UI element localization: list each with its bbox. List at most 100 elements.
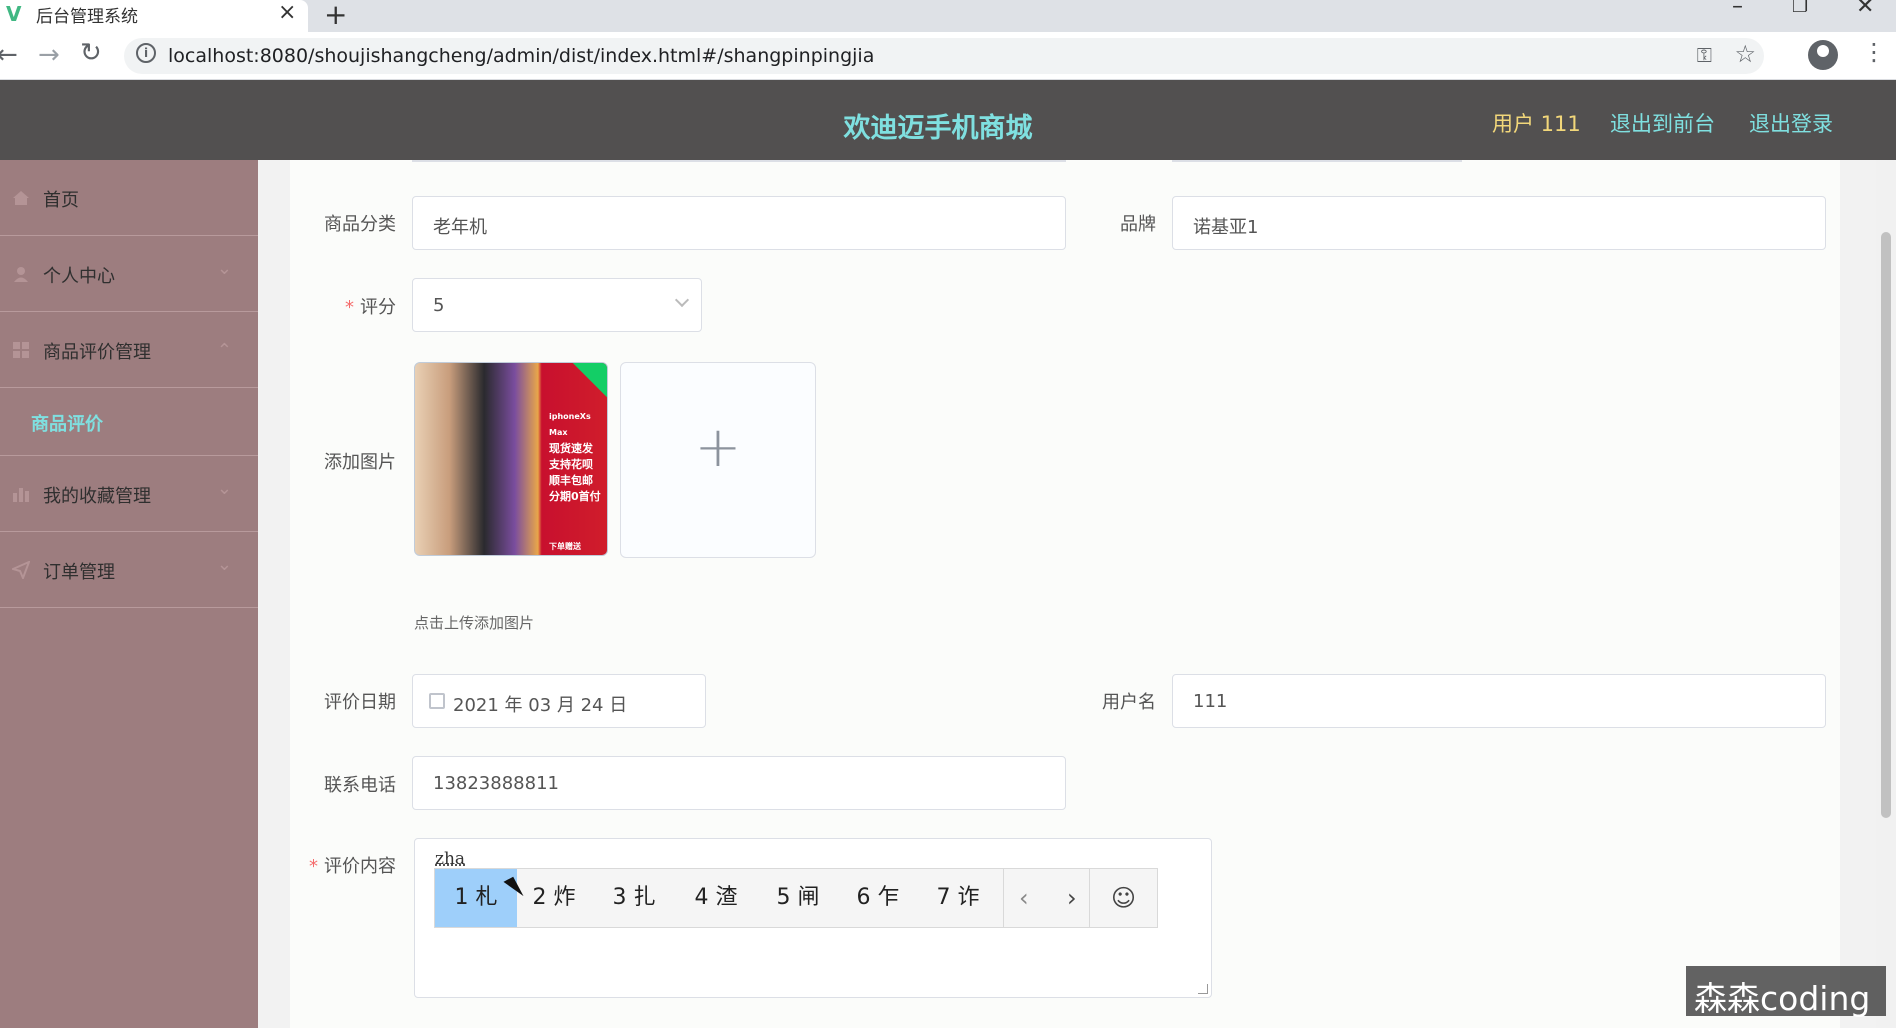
ime-candidate[interactable]: 4 渣 [683, 869, 749, 927]
omnibox[interactable]: i localhost:8080/shoujishangcheng/admin/… [124, 38, 1764, 74]
exit-to-front-link[interactable]: 退出到前台 [1610, 108, 1715, 138]
back-icon[interactable]: ← [0, 40, 18, 70]
category-value: 老年机 [433, 217, 487, 238]
ime-divider [1003, 869, 1004, 927]
thumb-line: iphoneXs Max [549, 412, 591, 437]
ime-emoji-icon[interactable]: ☺ [1111, 869, 1136, 927]
chevron-up-icon: ⌃ [216, 340, 232, 361]
sidebar-item-orders[interactable]: 订单管理 ⌄ [0, 532, 258, 608]
window-close-icon[interactable]: ✕ [1856, 0, 1874, 19]
sidebar-item-favorites[interactable]: 我的收藏管理 ⌄ [0, 456, 258, 532]
watermark: 森森coding [1686, 966, 1886, 1018]
browser-tab-strip: V 后台管理系统 × + – ❐ ✕ [0, 0, 1896, 32]
username-label: 用户名 [1102, 692, 1156, 713]
chevron-down-icon: ⌄ [216, 554, 232, 575]
ime-candidate[interactable]: 6 乍 [845, 869, 911, 927]
vue-favicon-icon: V [6, 2, 22, 26]
thumb-line: 分期0首付 [549, 490, 601, 503]
ime-prev-page-icon[interactable]: ‹ [1019, 869, 1029, 927]
content-label-text: 评价内容 [324, 856, 396, 877]
send-icon [12, 561, 30, 579]
sidebar-item-label: 商品评价管理 [43, 342, 151, 363]
required-asterisk: * [309, 856, 318, 877]
category-label: 商品分类 [324, 214, 396, 235]
ime-composition-text: zha [435, 849, 466, 869]
upload-success-badge [568, 363, 607, 399]
close-tab-icon[interactable]: × [278, 0, 296, 25]
sidebar-item-label: 订单管理 [43, 562, 115, 583]
rating-label-text: 评分 [360, 297, 396, 318]
date-value: 2021 年 03 月 24 日 [453, 695, 628, 716]
date-label: 评价日期 [324, 692, 396, 713]
site-info-icon[interactable]: i [136, 43, 156, 63]
key-icon[interactable]: ⚿ [1697, 43, 1712, 67]
scrollbar-thumb[interactable] [1881, 232, 1891, 818]
user-icon [14, 267, 28, 282]
ime-candidate-window: 1 札 2 炸 3 扎 4 渣 5 闸 6 乍 7 诈 ‹ › ☺ [434, 868, 1158, 928]
phone-label: 联系电话 [324, 775, 396, 796]
url-text[interactable]: localhost:8080/shoujishangcheng/admin/di… [168, 45, 874, 67]
rating-value: 5 [433, 295, 445, 316]
plus-icon: + [694, 415, 742, 480]
field-edge [412, 160, 1066, 162]
ime-candidate[interactable]: 7 诈 [925, 869, 991, 927]
ime-candidate[interactable]: 3 扎 [601, 869, 667, 927]
image-label: 添加图片 [324, 452, 396, 473]
ime-candidate[interactable]: 1 札 [435, 869, 517, 927]
date-picker[interactable]: 2021 年 03 月 24 日 [412, 674, 706, 728]
chevron-down-icon [674, 292, 690, 308]
sidebar-item-label: 首页 [43, 190, 79, 211]
resize-handle-icon[interactable] [1198, 984, 1208, 994]
chevron-down-icon: ⌄ [216, 258, 232, 279]
sidebar-item-profile[interactable]: 个人中心 ⌄ [0, 236, 258, 312]
rating-select[interactable]: 5 [412, 278, 702, 332]
uploaded-image-thumbnail[interactable]: iphoneXs Max 现货速发 支持花呗 顺丰包邮 分期0首付 下单赠送 [414, 362, 608, 556]
sidebar-item-label: 个人中心 [43, 266, 115, 287]
restore-icon[interactable]: ❐ [1792, 0, 1808, 17]
tab-title: 后台管理系统 [36, 7, 138, 27]
sidebar-subitem-label: 商品评价 [31, 414, 103, 435]
watermark-text: 森森coding [1694, 979, 1871, 1018]
thumb-line: 现货速发 [549, 442, 593, 455]
home-icon [13, 191, 29, 205]
current-user: 用户 111 [1492, 112, 1581, 136]
sidebar-item-label: 我的收藏管理 [43, 486, 151, 507]
sidebar-item-home[interactable]: 首页 [0, 160, 258, 236]
image-upload-button[interactable]: + [620, 362, 816, 558]
browser-tab[interactable]: V 后台管理系统 × [0, 0, 308, 32]
logout-link[interactable]: 退出登录 [1749, 108, 1833, 138]
sidebar-item-review-management[interactable]: 商品评价管理 ⌃ [0, 312, 258, 388]
sidebar-subitem-review[interactable]: 商品评价 [0, 388, 258, 456]
required-asterisk: * [345, 297, 354, 318]
minimize-icon[interactable]: – [1732, 0, 1743, 19]
grid-icon [13, 342, 29, 358]
bookmark-star-icon[interactable]: ☆ [1734, 40, 1756, 68]
ime-next-page-icon[interactable]: › [1067, 869, 1077, 927]
page-scrollbar[interactable] [1876, 160, 1896, 1028]
field-edge [1172, 160, 1462, 162]
category-field[interactable]: 老年机 [412, 196, 1066, 250]
reload-icon[interactable]: ↻ [80, 38, 102, 68]
username-field[interactable]: 111 [1172, 674, 1826, 728]
site-title: 欢迪迈手机商城 [843, 113, 1033, 144]
sidebar: 首页 个人中心 ⌄ 商品评价管理 ⌃ 商品评价 我的收藏管理 ⌄ 订单管理 ⌄ [0, 160, 258, 1028]
phone-value: 13823888811 [433, 773, 559, 794]
rating-label: * 评分 [300, 293, 396, 319]
thumbnail-product-text: iphoneXs Max 现货速发 支持花呗 顺丰包邮 分期0首付 下单赠送 [549, 409, 605, 555]
calendar-icon [429, 693, 445, 709]
profile-avatar-icon[interactable] [1808, 40, 1838, 70]
browser-menu-icon[interactable]: ⋮ [1862, 38, 1886, 66]
chevron-down-icon: ⌄ [216, 478, 232, 499]
address-bar: ← → ↻ i localhost:8080/shoujishangcheng/… [0, 32, 1896, 80]
thumb-line: 顺丰包邮 [549, 474, 593, 487]
ime-candidate[interactable]: 5 闸 [765, 869, 831, 927]
ime-candidate[interactable]: 2 炸 [521, 869, 587, 927]
content-label: * 评价内容 [300, 852, 396, 878]
forward-icon[interactable]: → [38, 40, 60, 70]
brand-field[interactable]: 诺基亚1 [1172, 196, 1826, 250]
ime-divider [1089, 869, 1090, 927]
username-value: 111 [1193, 691, 1228, 712]
app-header: 欢迪迈手机商城 用户 111 退出到前台 退出登录 [0, 80, 1896, 160]
new-tab-icon[interactable]: + [324, 0, 347, 31]
phone-field[interactable]: 13823888811 [412, 756, 1066, 810]
